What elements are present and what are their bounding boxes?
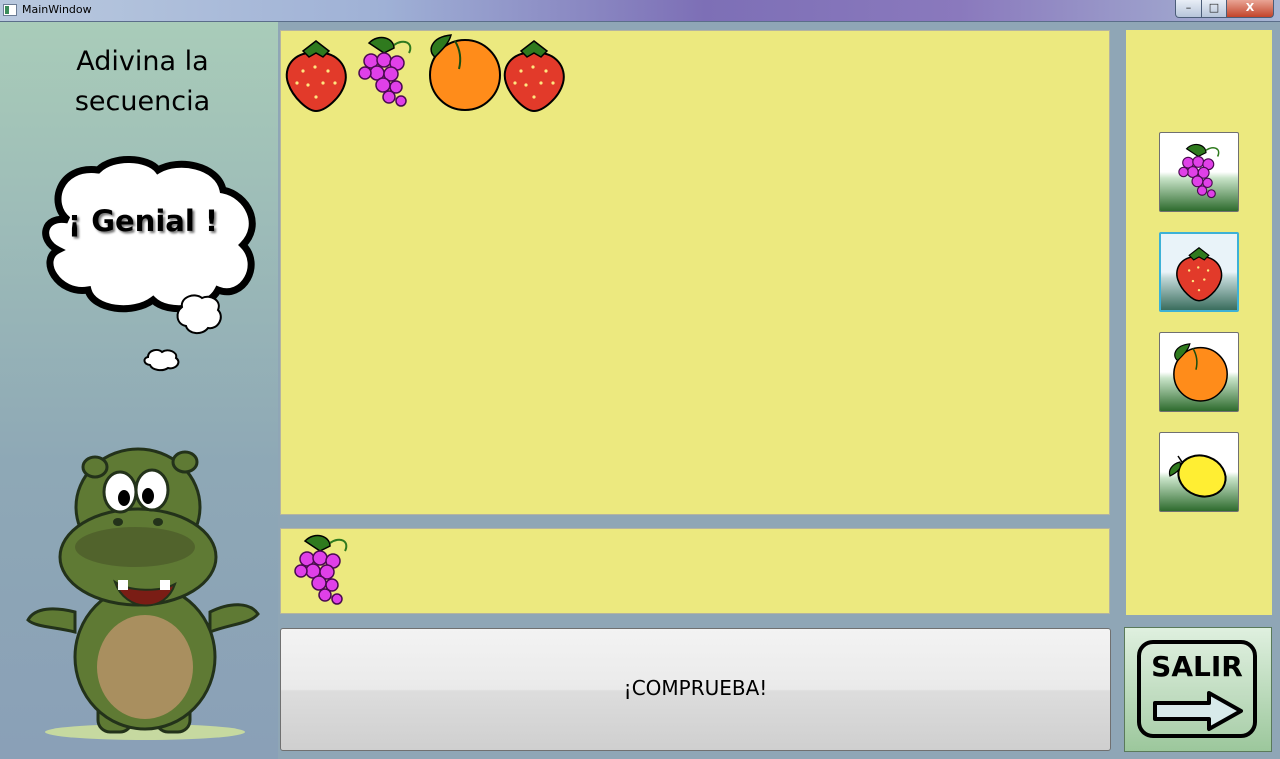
grapes-icon [1178, 143, 1220, 199]
left-panel: Adivina la secuencia ¡ Genial ! [0, 22, 278, 759]
app-icon [3, 4, 17, 16]
palette-lemon-button[interactable] [1159, 432, 1239, 512]
hippo-mascot-icon [26, 447, 260, 740]
minimize-button[interactable]: – [1175, 0, 1202, 18]
maximize-icon: □ [1208, 1, 1220, 14]
sequence-item [421, 31, 505, 117]
strawberry-icon [503, 40, 565, 113]
sequence-item [349, 33, 421, 117]
palette-grapes-button[interactable] [1159, 132, 1239, 212]
close-button[interactable]: X [1226, 0, 1274, 18]
exit-button-frame: SALIR [1137, 640, 1257, 738]
fruit-palette [1126, 30, 1272, 615]
answer-item[interactable] [285, 531, 357, 615]
sequence-item [501, 33, 567, 117]
answer-panel [280, 528, 1110, 614]
window-title: MainWindow [22, 3, 92, 16]
close-icon: X [1245, 1, 1255, 14]
palette-orange-button[interactable] [1159, 332, 1239, 412]
grapes-icon [294, 534, 348, 605]
sequence-panel [280, 30, 1110, 515]
lemon-icon [1168, 454, 1227, 498]
exit-button[interactable]: SALIR [1124, 627, 1272, 752]
strawberry-icon [285, 40, 347, 113]
arrow-right-icon [1153, 691, 1243, 731]
minimize-icon: – [1185, 1, 1192, 14]
sequence-item [283, 33, 349, 117]
window-title-bar: MainWindow – □ X [0, 0, 1280, 22]
orange-icon [429, 34, 501, 111]
check-button[interactable]: ¡COMPRUEBA! [280, 628, 1111, 751]
maximize-button[interactable]: □ [1201, 0, 1227, 18]
grapes-icon [358, 36, 412, 107]
exit-label: SALIR [1151, 650, 1243, 683]
feedback-message: ¡ Genial ! [67, 204, 219, 238]
strawberry-icon [1176, 247, 1223, 302]
orange-icon [1173, 343, 1228, 402]
game-heading: Adivina la secuencia [74, 46, 211, 117]
palette-strawberry-button[interactable] [1159, 232, 1239, 312]
thought-bubble-icon [42, 156, 256, 372]
